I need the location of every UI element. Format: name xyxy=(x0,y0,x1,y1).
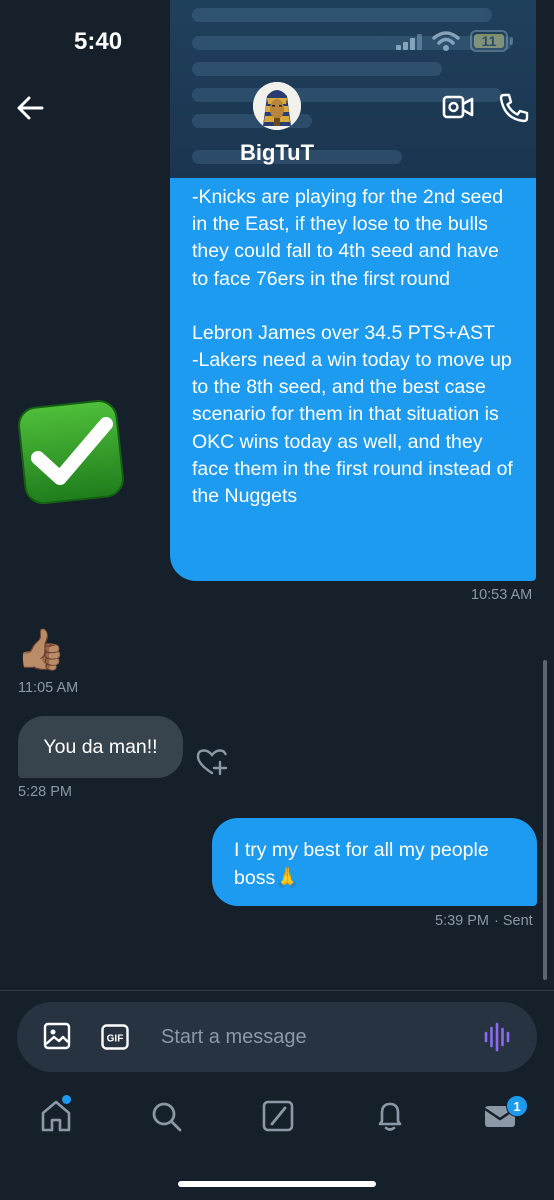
image-icon[interactable] xyxy=(43,1022,71,1050)
message-timestamp: 5:28 PM xyxy=(18,784,72,800)
grok-icon[interactable] xyxy=(260,1098,296,1134)
message-timestamp: 11:05 AM xyxy=(18,680,79,696)
message-paragraph: -Lakers need a win today to move up to t… xyxy=(192,349,513,508)
message-paragraph: -Knicks are playing for the 2nd seed in … xyxy=(192,186,504,290)
search-icon[interactable] xyxy=(148,1098,184,1134)
message-timestamp: 10:53 AM xyxy=(471,587,533,603)
video-call-icon[interactable] xyxy=(442,93,474,121)
message-paragraph-title: Lebron James over 34.5 PTS+AST xyxy=(192,321,495,344)
home-notification-dot xyxy=(62,1095,71,1104)
bottom-tab-bar xyxy=(0,1090,554,1150)
outgoing-message-bubble[interactable]: I try my best for all my people boss🙏 xyxy=(212,818,537,906)
chat-name[interactable]: BigTuT xyxy=(0,140,554,166)
message-timestamp: 5:39 PM xyxy=(435,913,489,929)
add-reaction-icon[interactable] xyxy=(196,748,228,776)
notifications-bell-icon[interactable] xyxy=(372,1098,408,1134)
message-input[interactable] xyxy=(161,1018,461,1056)
gif-label: GIF xyxy=(107,1034,124,1045)
avatar[interactable] xyxy=(253,82,301,130)
phone-call-icon[interactable] xyxy=(498,92,530,124)
back-arrow-icon[interactable] xyxy=(16,94,44,122)
voice-message-icon[interactable] xyxy=(483,1022,513,1052)
gif-icon[interactable]: GIF xyxy=(101,1024,129,1050)
check-mark-emoji-icon[interactable] xyxy=(18,398,126,504)
status-time: 5:40 xyxy=(74,28,123,55)
messages-badge: 1 xyxy=(506,1095,528,1117)
pharaoh-avatar-icon xyxy=(253,82,301,130)
thumbs-up-emoji[interactable]: 👍🏽 xyxy=(16,624,66,676)
incoming-message-bubble[interactable]: You da man!! xyxy=(18,716,183,778)
outgoing-message-bubble[interactable]: -Knicks are playing for the 2nd seed in … xyxy=(170,178,536,581)
composer-divider xyxy=(0,990,554,991)
home-indicator[interactable] xyxy=(178,1181,376,1187)
scrollbar[interactable] xyxy=(543,660,547,980)
message-composer: GIF xyxy=(17,1002,537,1072)
message-sent-status: · Sent xyxy=(494,913,533,929)
